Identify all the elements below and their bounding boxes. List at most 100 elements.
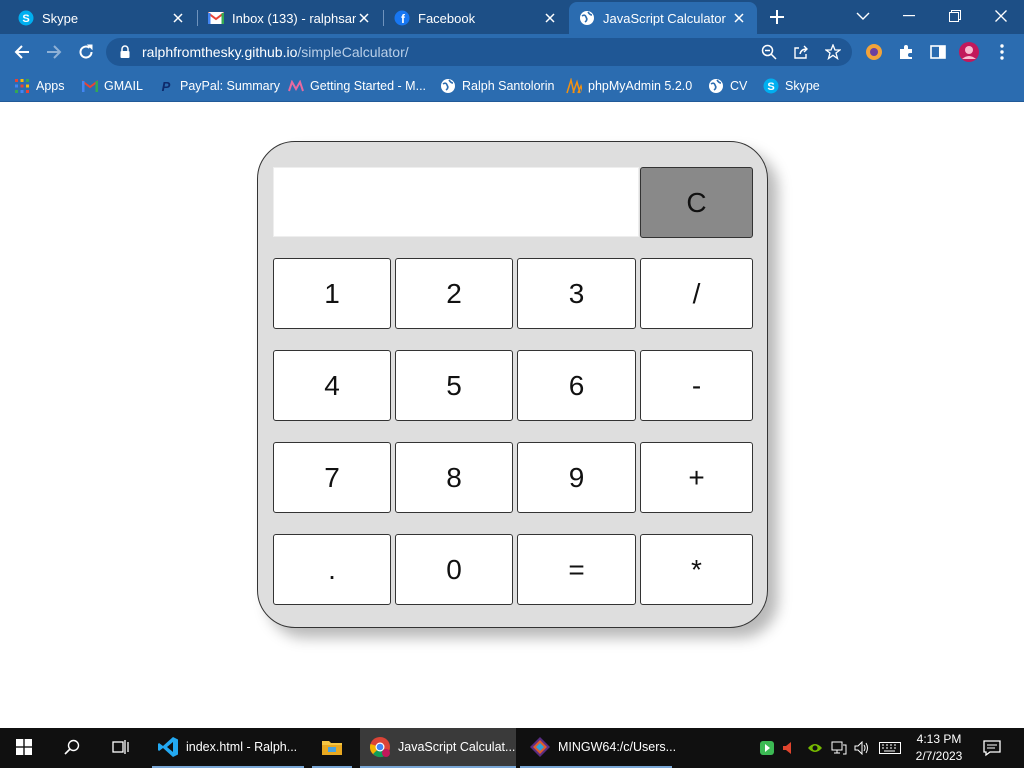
bookmark-ralph-santolorin[interactable]: Ralph Santolorin xyxy=(440,76,554,96)
share-icon[interactable] xyxy=(792,43,810,61)
bookmark-star-icon[interactable] xyxy=(824,43,842,61)
tab-strip: S Skype Inbox (133) - ralphsantol f Face… xyxy=(0,0,1024,34)
key-0-button[interactable]: 0 xyxy=(395,534,513,605)
taskbar-chrome[interactable]: JavaScript Calculat... xyxy=(360,728,516,768)
tab-facebook[interactable]: f Facebook xyxy=(384,2,568,34)
taskbar-label: index.html - Ralph... xyxy=(186,740,298,754)
minimize-icon[interactable] xyxy=(886,0,932,32)
key-9-button[interactable]: 9 xyxy=(517,442,636,513)
lock-icon[interactable] xyxy=(120,45,130,63)
bookmark-cv[interactable]: CV xyxy=(708,76,747,96)
tab-title: JavaScript Calculator xyxy=(603,10,726,26)
key-multiply-button[interactable]: * xyxy=(640,534,753,605)
url-path: /simpleCalculator/ xyxy=(297,44,409,60)
paypal-icon: P xyxy=(158,78,174,94)
close-icon[interactable] xyxy=(356,10,372,26)
git-bash-icon xyxy=(528,735,552,759)
key-divide-button[interactable]: / xyxy=(640,258,753,329)
taskbar-git-bash[interactable]: MINGW64:/c/Users... xyxy=(520,728,676,768)
bookmark-getting-started[interactable]: Getting Started - M... xyxy=(288,76,426,96)
bookmark-label: Getting Started - M... xyxy=(310,79,427,93)
bookmark-phpmyadmin[interactable]: phpMyAdmin 5.2.0 xyxy=(566,76,692,96)
url-text[interactable]: ralphfromthesky.github.io/simpleCalculat… xyxy=(142,44,409,60)
address-bar[interactable]: ralphfromthesky.github.io/simpleCalculat… xyxy=(106,38,852,66)
restore-icon[interactable] xyxy=(932,0,978,32)
tab-title: Skype xyxy=(42,10,79,26)
task-view-icon xyxy=(111,739,129,758)
close-window-icon[interactable] xyxy=(978,0,1024,32)
svg-text:S: S xyxy=(22,13,29,25)
bookmark-skype[interactable]: S Skype xyxy=(763,76,820,96)
key-6-button[interactable]: 6 xyxy=(517,350,636,421)
tab-gmail[interactable]: Inbox (133) - ralphsantol xyxy=(198,2,382,34)
taskbar-label: MINGW64:/c/Users... xyxy=(558,740,677,754)
reload-icon[interactable] xyxy=(72,38,100,66)
key-1-button[interactable]: 1 xyxy=(273,258,391,329)
key-3-button[interactable]: 3 xyxy=(517,258,636,329)
notification-center-icon[interactable] xyxy=(983,739,1001,757)
close-icon[interactable] xyxy=(170,10,186,26)
tray-app-green-icon[interactable] xyxy=(759,740,775,756)
start-button[interactable] xyxy=(0,728,48,768)
svg-text:P: P xyxy=(162,79,171,93)
extension-avatar-icon[interactable] xyxy=(864,42,884,62)
calculator-display[interactable] xyxy=(273,167,639,237)
keyboard-icon[interactable] xyxy=(879,740,901,756)
taskbar-label: JavaScript Calculat... xyxy=(398,740,516,754)
facebook-icon: f xyxy=(394,10,410,26)
nvidia-icon[interactable] xyxy=(807,740,823,756)
back-arrow-icon[interactable] xyxy=(8,38,36,66)
phpmyadmin-icon xyxy=(566,78,582,94)
bookmark-label: Apps xyxy=(36,79,65,93)
volume-icon[interactable] xyxy=(854,740,870,756)
key-7-button[interactable]: 7 xyxy=(273,442,391,513)
tab-javascript-calculator[interactable]: JavaScript Calculator xyxy=(569,2,757,34)
globe-icon xyxy=(708,78,724,94)
key-5-button[interactable]: 5 xyxy=(395,350,513,421)
forward-arrow-icon[interactable] xyxy=(40,38,68,66)
bookmark-label: GMAIL xyxy=(104,79,143,93)
new-tab-plus-icon[interactable] xyxy=(767,7,787,27)
key-2-button[interactable]: 2 xyxy=(395,258,513,329)
clear-button[interactable]: C xyxy=(640,167,753,238)
bookmarks-bar: Apps GMAIL P PayPal: Summary Getting Sta… xyxy=(0,70,1024,102)
side-panel-icon[interactable] xyxy=(928,42,948,62)
key-8-button[interactable]: 8 xyxy=(395,442,513,513)
clock-date: 2/7/2023 xyxy=(915,749,963,763)
calculator: C 1 2 3/ 4 5 6- 7 8 9 +. 0 = * xyxy=(257,141,768,628)
key-add-button[interactable]: + xyxy=(640,442,753,513)
taskbar-file-explorer[interactable] xyxy=(312,728,352,768)
tab-search-chevron-icon[interactable] xyxy=(840,0,886,32)
windows-taskbar: index.html - Ralph... JavaScript Calcula… xyxy=(0,728,1024,768)
profile-avatar-icon[interactable] xyxy=(959,42,979,62)
search-button[interactable] xyxy=(48,728,96,768)
gmail-icon xyxy=(208,10,224,26)
zoom-icon[interactable] xyxy=(760,43,778,61)
task-view-button[interactable] xyxy=(96,728,144,768)
chrome-icon xyxy=(368,735,392,759)
taskbar-clock[interactable]: 4:13 PM 2/7/2023 xyxy=(904,731,974,765)
key-equals-button[interactable]: = xyxy=(517,534,636,605)
search-icon xyxy=(64,739,80,758)
bookmark-paypal[interactable]: P PayPal: Summary xyxy=(158,76,280,96)
bookmark-label: CV xyxy=(730,79,748,93)
url-host: ralphfromthesky.github.io xyxy=(142,44,298,60)
extensions-puzzle-icon[interactable] xyxy=(896,42,916,62)
tab-title: Facebook xyxy=(418,10,476,26)
bookmark-label: Skype xyxy=(785,79,820,93)
tray-speaker-red-icon[interactable] xyxy=(781,740,797,756)
tab-skype[interactable]: S Skype xyxy=(8,2,196,34)
key-decimal-button[interactable]: . xyxy=(273,534,391,605)
skype-icon: S xyxy=(18,10,34,26)
menu-kebab-icon[interactable] xyxy=(992,42,1012,62)
bookmark-gmail[interactable]: GMAIL xyxy=(82,76,143,96)
key-subtract-button[interactable]: - xyxy=(640,350,753,421)
close-icon[interactable] xyxy=(731,10,747,26)
key-4-button[interactable]: 4 xyxy=(273,350,391,421)
vscode-icon xyxy=(156,735,180,759)
bookmark-apps[interactable]: Apps xyxy=(14,76,65,96)
close-icon[interactable] xyxy=(542,10,558,26)
network-icon[interactable] xyxy=(831,740,847,756)
taskbar-vscode[interactable]: index.html - Ralph... xyxy=(152,728,304,768)
svg-text:S: S xyxy=(767,81,774,93)
